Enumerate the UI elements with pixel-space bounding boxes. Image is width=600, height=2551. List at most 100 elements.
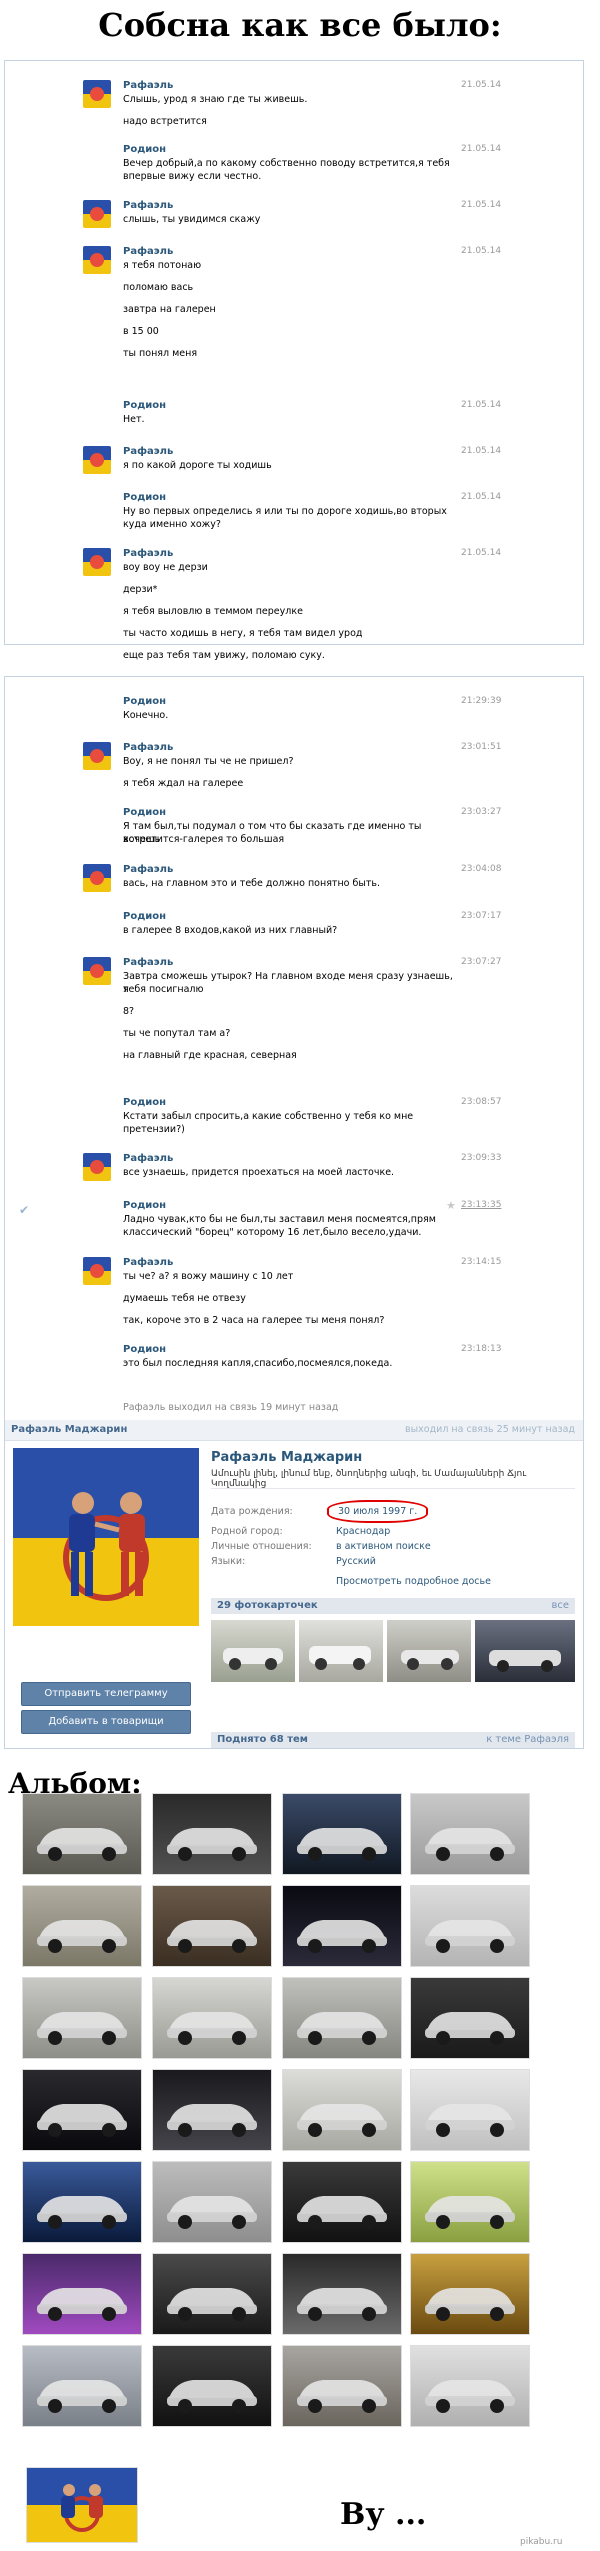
- album-photo[interactable]: [282, 1885, 402, 1967]
- sender-name[interactable]: Рафаэль: [123, 246, 173, 257]
- message-time[interactable]: 21.05.14: [461, 492, 501, 502]
- album-photo[interactable]: [410, 2253, 530, 2335]
- star-icon[interactable]: ★: [446, 1199, 456, 1212]
- sender-name[interactable]: Родион: [123, 400, 166, 411]
- hometown-value[interactable]: Краснодар: [336, 1526, 390, 1537]
- sender-name[interactable]: Рафаэль: [123, 80, 173, 91]
- message-time[interactable]: 23:13:35: [461, 1200, 501, 1210]
- album-photo[interactable]: [152, 2069, 272, 2151]
- album-photo[interactable]: [152, 2161, 272, 2243]
- message-time[interactable]: 23:14:15: [461, 1257, 501, 1267]
- message-time[interactable]: 23:07:17: [461, 911, 501, 921]
- sender-name[interactable]: Родион: [123, 807, 166, 818]
- sender-name[interactable]: Рафаэль: [123, 1153, 173, 1164]
- album-photo[interactable]: [152, 2345, 272, 2427]
- message-time[interactable]: 23:08:57: [461, 1097, 501, 1107]
- sender-name[interactable]: Рафаэль: [123, 864, 173, 875]
- album-photo[interactable]: [152, 1885, 272, 1967]
- languages-value[interactable]: Русский: [336, 1556, 376, 1567]
- album-photo[interactable]: [410, 2069, 530, 2151]
- message-text: я по какой дороге ты ходишь: [123, 460, 272, 471]
- album-photo[interactable]: [282, 2345, 402, 2427]
- album-photo[interactable]: [410, 2345, 530, 2427]
- message-time[interactable]: 23:01:51: [461, 742, 501, 752]
- sender-name[interactable]: Родион: [123, 696, 166, 707]
- message-time[interactable]: 21:29:39: [461, 696, 501, 706]
- album-photo[interactable]: [22, 2345, 142, 2427]
- avatar[interactable]: [83, 864, 111, 892]
- album-photo[interactable]: [22, 1793, 142, 1875]
- photo-thumb[interactable]: [475, 1620, 575, 1682]
- sender-name[interactable]: Рафаэль: [123, 742, 173, 753]
- avatar[interactable]: [83, 742, 111, 770]
- sender-name[interactable]: Родион: [123, 911, 166, 922]
- avatar[interactable]: [83, 1257, 111, 1285]
- album-photo[interactable]: [410, 1885, 530, 1967]
- wall-link[interactable]: к теме Рафаэля: [486, 1734, 569, 1745]
- album-photo[interactable]: [282, 2161, 402, 2243]
- profile-name-small[interactable]: Рафаэль Маджарин: [11, 1424, 127, 1435]
- birthdate-value[interactable]: 30 июля 1997 г.: [327, 1500, 429, 1523]
- avatar[interactable]: [83, 446, 111, 474]
- avatar[interactable]: [83, 200, 111, 228]
- album-photo[interactable]: [152, 1793, 272, 1875]
- message-time[interactable]: 21.05.14: [461, 246, 501, 256]
- photo-thumb[interactable]: [211, 1620, 295, 1682]
- album-photo[interactable]: [152, 2253, 272, 2335]
- album-photo[interactable]: [22, 2069, 142, 2151]
- album-photo[interactable]: [410, 1793, 530, 1875]
- sender-name[interactable]: Родион: [123, 1344, 166, 1355]
- message-time[interactable]: 21.05.14: [461, 80, 501, 90]
- photos-all-link[interactable]: все: [551, 1600, 569, 1611]
- photos-bar[interactable]: 29 фотокарточек все: [211, 1598, 575, 1614]
- album-photo[interactable]: [22, 2253, 142, 2335]
- message-time[interactable]: 23:07:27: [461, 957, 501, 967]
- photo-thumb[interactable]: [387, 1620, 471, 1682]
- add-friend-button[interactable]: Добавить в товарищи: [21, 1710, 191, 1734]
- sender-name[interactable]: Рафаэль: [123, 200, 173, 211]
- album-photo[interactable]: [282, 2253, 402, 2335]
- photo-thumb[interactable]: [299, 1620, 383, 1682]
- message-time[interactable]: 21.05.14: [461, 144, 501, 154]
- avatar[interactable]: [83, 80, 111, 108]
- avatar[interactable]: [83, 548, 111, 576]
- sender-name[interactable]: Рафаэль: [123, 548, 173, 559]
- relationship-value[interactable]: в активном поиске: [336, 1541, 431, 1552]
- album-photo[interactable]: [410, 1977, 530, 2059]
- sender-name[interactable]: Родион: [123, 144, 166, 155]
- final-avatar[interactable]: [26, 2467, 138, 2543]
- sender-name[interactable]: Рафаэль: [123, 957, 173, 968]
- avatar[interactable]: [83, 246, 111, 274]
- message-time[interactable]: 23:04:08: [461, 864, 501, 874]
- album-photo[interactable]: [282, 2069, 402, 2151]
- wall-count[interactable]: Поднято 68 тем: [217, 1734, 308, 1745]
- message-time[interactable]: 23:09:33: [461, 1153, 501, 1163]
- album-photo[interactable]: [22, 1885, 142, 1967]
- message-time[interactable]: 23:03:27: [461, 807, 501, 817]
- album-photo[interactable]: [22, 1977, 142, 2059]
- sender-name[interactable]: Родион: [123, 492, 166, 503]
- message-time[interactable]: 21.05.14: [461, 548, 501, 558]
- album-photo[interactable]: [410, 2161, 530, 2243]
- message-time[interactable]: 21.05.14: [461, 446, 501, 456]
- wall-bar[interactable]: Поднято 68 тем к теме Рафаэля: [211, 1732, 575, 1748]
- photos-count[interactable]: 29 фотокарточек: [217, 1600, 318, 1611]
- message-time[interactable]: 23:18:13: [461, 1344, 501, 1354]
- album-photo[interactable]: [282, 1977, 402, 2059]
- message-time[interactable]: 21.05.14: [461, 400, 501, 410]
- album-photo[interactable]: [282, 1793, 402, 1875]
- full-profile-link[interactable]: Просмотреть подробное досье: [336, 1576, 491, 1587]
- message-text: это был последняя капля,спасибо,посмеялс…: [123, 1358, 393, 1369]
- avatar[interactable]: [83, 957, 111, 985]
- sender-name[interactable]: Родион: [123, 1097, 166, 1108]
- sender-name[interactable]: Рафаэль: [123, 1257, 173, 1268]
- profile-photo[interactable]: [13, 1448, 199, 1626]
- send-telegram-button[interactable]: Отправить телеграмму: [21, 1682, 191, 1706]
- album-photo[interactable]: [22, 2161, 142, 2243]
- sender-name[interactable]: Родион: [123, 1200, 166, 1211]
- message-text: 8?: [123, 1006, 135, 1017]
- message-time[interactable]: 21.05.14: [461, 200, 501, 210]
- album-photo[interactable]: [152, 1977, 272, 2059]
- avatar[interactable]: [83, 1153, 111, 1181]
- sender-name[interactable]: Рафаэль: [123, 446, 173, 457]
